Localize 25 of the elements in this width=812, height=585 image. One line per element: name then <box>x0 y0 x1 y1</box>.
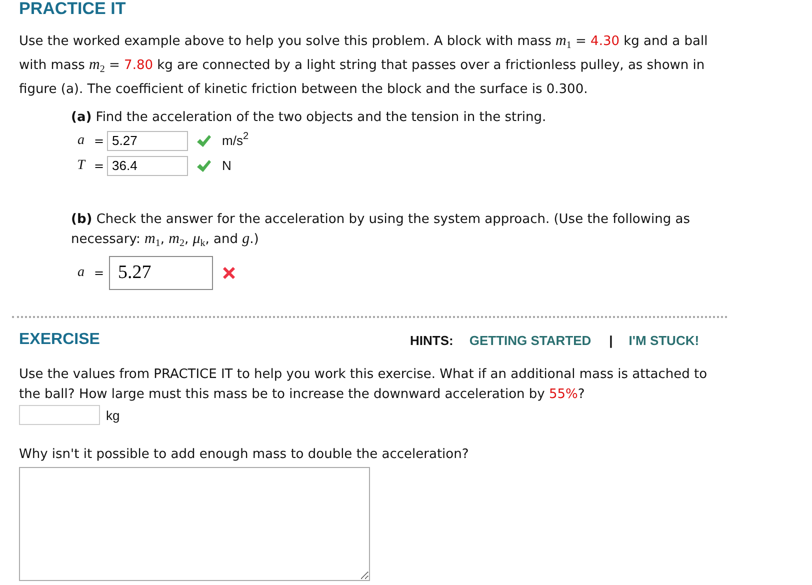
question-text: (a) Find the acceleration of the two objects and the tension in the string. <box>71 109 548 127</box>
hint-link[interactable]: I'M STUCK! <box>628 332 700 348</box>
answer-field[interactable] <box>19 405 100 425</box>
hint-link[interactable]: GETTING STARTED <box>469 332 592 348</box>
equals-sign: = <box>92 266 106 280</box>
hints-label: HINTS: <box>410 332 454 348</box>
variable-label: T <box>76 158 87 174</box>
equals-sign: = <box>92 158 106 172</box>
problem-text: Use the worked example above to help you solve this problem. A block with mass m$_{1}$ = 4.30 kg and a ball with mass m$_{2}$ = 7.80 kg are connected by a light string that passes over a frictionless pulley, as shown in figure (a). The coefficient of kinetic friction between the block and the surface is 0.300. <box>19 32 709 99</box>
variable-label: a <box>76 265 86 281</box>
answer-field[interactable]: 36.4 <box>107 156 188 176</box>
variable-label: a <box>76 132 86 148</box>
section-title: PRACTICE IT <box>19 0 127 18</box>
section-title: EXERCISE <box>19 331 101 349</box>
question-text: Use the values from PRACTICE IT to help you work this exercise. What if an additional mass is attached to the ball? How large must this mass be to increase the downward acceleration by 55%? <box>19 366 708 404</box>
answer-field[interactable]: 5.27 <box>109 256 213 290</box>
unit-label: kg <box>106 408 120 422</box>
unit-label: N <box>222 158 232 173</box>
answer-box[interactable] <box>19 467 370 581</box>
question-text: (b) Check the answer for the acceleration by using the system approach. (Use the following as necessary: m$_{1}$, m$_{2}$, μ$_{k}$, and g.) <box>71 211 691 250</box>
equals-sign: = <box>92 134 106 148</box>
question-text: Why isn't it possible to add enough mass to double the acceleration? <box>19 446 470 464</box>
unit-label: m/s$^{2}$ <box>222 133 249 148</box>
separator: | <box>609 332 613 348</box>
answer-field[interactable]: 5.27 <box>107 130 188 150</box>
